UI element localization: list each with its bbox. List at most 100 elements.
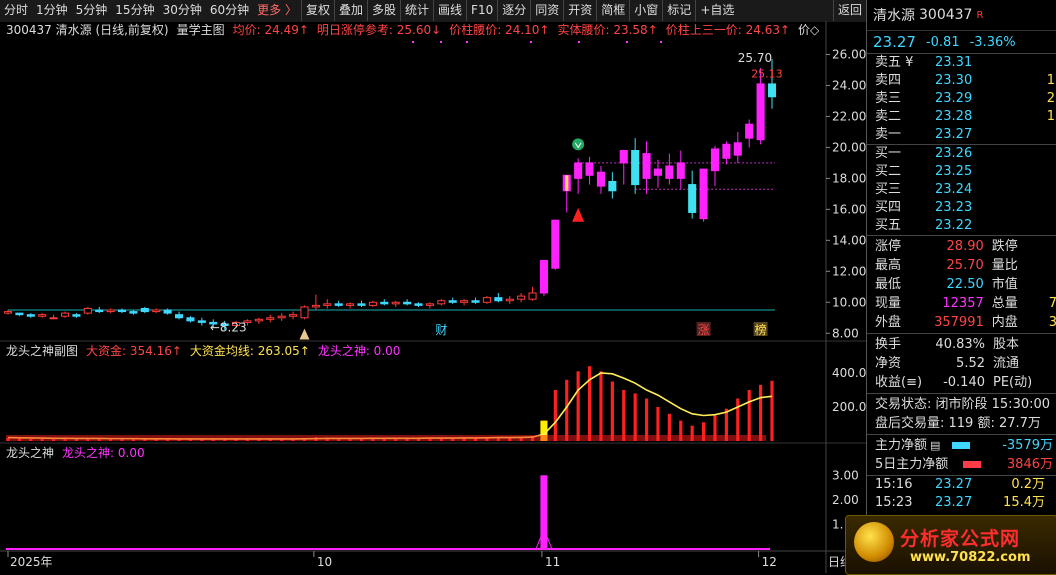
candle-body[interactable] (163, 309, 172, 314)
candle-body[interactable] (175, 314, 184, 319)
toolbar-item-13[interactable]: 逐分 (497, 0, 530, 21)
candle-body[interactable] (688, 184, 697, 213)
candle-body[interactable] (585, 162, 594, 176)
toolbar-item-15[interactable]: 开资 (563, 0, 596, 21)
candle-body[interactable] (574, 162, 583, 179)
candle-body[interactable] (596, 171, 605, 187)
candle-body[interactable] (414, 303, 423, 306)
candle-body[interactable] (653, 168, 663, 176)
candle-body[interactable] (26, 314, 35, 317)
candle-body[interactable] (471, 300, 480, 303)
event-marker[interactable]: 财 (435, 323, 447, 337)
bid-row[interactable]: 买一 23.26 (867, 145, 1056, 163)
candle-body[interactable] (391, 301, 400, 305)
candle-body[interactable] (346, 303, 355, 306)
candle-body[interactable] (676, 162, 685, 179)
candle-body[interactable] (289, 314, 298, 317)
toolbar-item-5[interactable]: 60分钟 (206, 0, 253, 21)
candle-body[interactable] (186, 317, 195, 322)
ask-row[interactable]: 卖一 23.27 (867, 126, 1056, 144)
candle-body[interactable] (494, 297, 503, 302)
candle-body[interactable] (152, 309, 161, 313)
candle-body[interactable] (380, 301, 389, 305)
toolbar-item-9[interactable]: 多股 (367, 0, 400, 21)
candle-body[interactable] (277, 315, 286, 319)
candle-body[interactable] (528, 292, 537, 300)
candle-body[interactable] (756, 83, 765, 141)
candle-body[interactable] (129, 311, 138, 314)
candle-body[interactable] (311, 304, 320, 308)
sub1-name[interactable]: 龙头之神副图 (6, 344, 78, 358)
candle-body[interactable] (437, 300, 446, 305)
event-marker[interactable]: 涨 (698, 322, 710, 337)
ask-row[interactable]: 卖三 23.29 2 (867, 90, 1056, 108)
candle-body[interactable] (95, 309, 104, 313)
candle-body[interactable] (665, 165, 674, 179)
candle-body[interactable] (733, 142, 742, 156)
candle-body[interactable] (266, 317, 275, 320)
toolbar-item-1[interactable]: 1分钟 (32, 0, 72, 21)
candle-body[interactable] (517, 295, 526, 300)
toolbar-item-17[interactable]: 小窗 (629, 0, 662, 21)
indicator-name[interactable]: 量学主图 (177, 22, 225, 37)
candle-body[interactable] (197, 320, 206, 323)
candle-body[interactable] (3, 311, 13, 314)
candle-body[interactable] (72, 314, 81, 317)
toolbar-item-10[interactable]: 统计 (400, 0, 433, 21)
candle-body[interactable] (745, 123, 754, 139)
back-button[interactable]: 返回 (832, 0, 866, 21)
candle-body[interactable] (300, 306, 309, 319)
candle-body[interactable] (710, 148, 720, 172)
toolbar-item-12[interactable]: F10 (466, 0, 497, 21)
candle-body[interactable] (254, 318, 263, 322)
event-marker[interactable]: 榜 (755, 322, 767, 337)
candle-body[interactable] (334, 303, 343, 306)
bid-row[interactable]: 买二 23.25 (867, 163, 1056, 181)
toolbar-item-0[interactable]: 分时 (0, 0, 32, 21)
toolbar-item-2[interactable]: 5分钟 (72, 0, 112, 21)
candle-body[interactable] (357, 303, 366, 306)
candle-body[interactable] (15, 312, 24, 316)
candle-body[interactable] (539, 259, 548, 294)
candle-body[interactable] (38, 314, 47, 317)
candle-body[interactable] (699, 168, 708, 220)
candle-body[interactable] (403, 301, 412, 305)
toolbar-item-11[interactable]: 画线 (433, 0, 466, 21)
ask-row[interactable]: 卖五 ¥ 23.31 (867, 54, 1056, 72)
candle-body[interactable] (619, 150, 628, 164)
candle-body[interactable] (368, 301, 377, 306)
ask-row[interactable]: 卖四 23.30 1 (867, 72, 1056, 90)
candle-body[interactable] (482, 297, 491, 303)
candle-body[interactable] (642, 153, 651, 179)
bid-row[interactable]: 买四 23.23 (867, 199, 1056, 217)
toolbar-item-16[interactable]: 简框 (596, 0, 629, 21)
bid-row[interactable]: 买三 23.24 (867, 181, 1056, 199)
candle-body[interactable] (60, 312, 70, 317)
kline-chart-area[interactable]: 26.00 24.00 22.00 20.00 18.00 16.00 14.00 12.00… (0, 21, 866, 573)
candle-body[interactable] (722, 143, 731, 159)
sub2-name[interactable]: 龙头之神 (6, 446, 54, 460)
fund-flow-row[interactable]: 主力净额 ▤ -3579万 (867, 436, 1056, 455)
candle-body[interactable] (323, 303, 332, 306)
toolbar-item-19[interactable]: +自选 (695, 0, 738, 21)
ask-row[interactable]: 卖二 23.28 1 (867, 108, 1056, 126)
candle-body[interactable] (117, 309, 127, 313)
candle-body[interactable] (448, 300, 457, 303)
candle-body[interactable] (551, 219, 560, 269)
candle-body[interactable] (106, 309, 115, 313)
candle-body[interactable] (140, 307, 149, 313)
candle-body[interactable] (505, 298, 514, 302)
candle-body[interactable] (631, 150, 640, 186)
candle-body[interactable] (767, 83, 777, 98)
candle-body[interactable] (83, 307, 92, 314)
candle-body[interactable] (425, 303, 434, 306)
toolbar-item-7[interactable]: 复权 (300, 0, 334, 21)
toolbar-item-3[interactable]: 15分钟 (111, 0, 158, 21)
toolbar-item-4[interactable]: 30分钟 (159, 0, 206, 21)
toolbar-item-18[interactable]: 标记 (662, 0, 695, 21)
fund-flow-row[interactable]: 5日主力净额 3846万 (867, 455, 1056, 474)
bid-row[interactable]: 买五 23.22 (867, 217, 1056, 235)
candle-body[interactable] (608, 180, 617, 192)
toolbar-item-14[interactable]: 同资 (530, 0, 563, 21)
toolbar-item-8[interactable]: 叠加 (333, 0, 367, 21)
